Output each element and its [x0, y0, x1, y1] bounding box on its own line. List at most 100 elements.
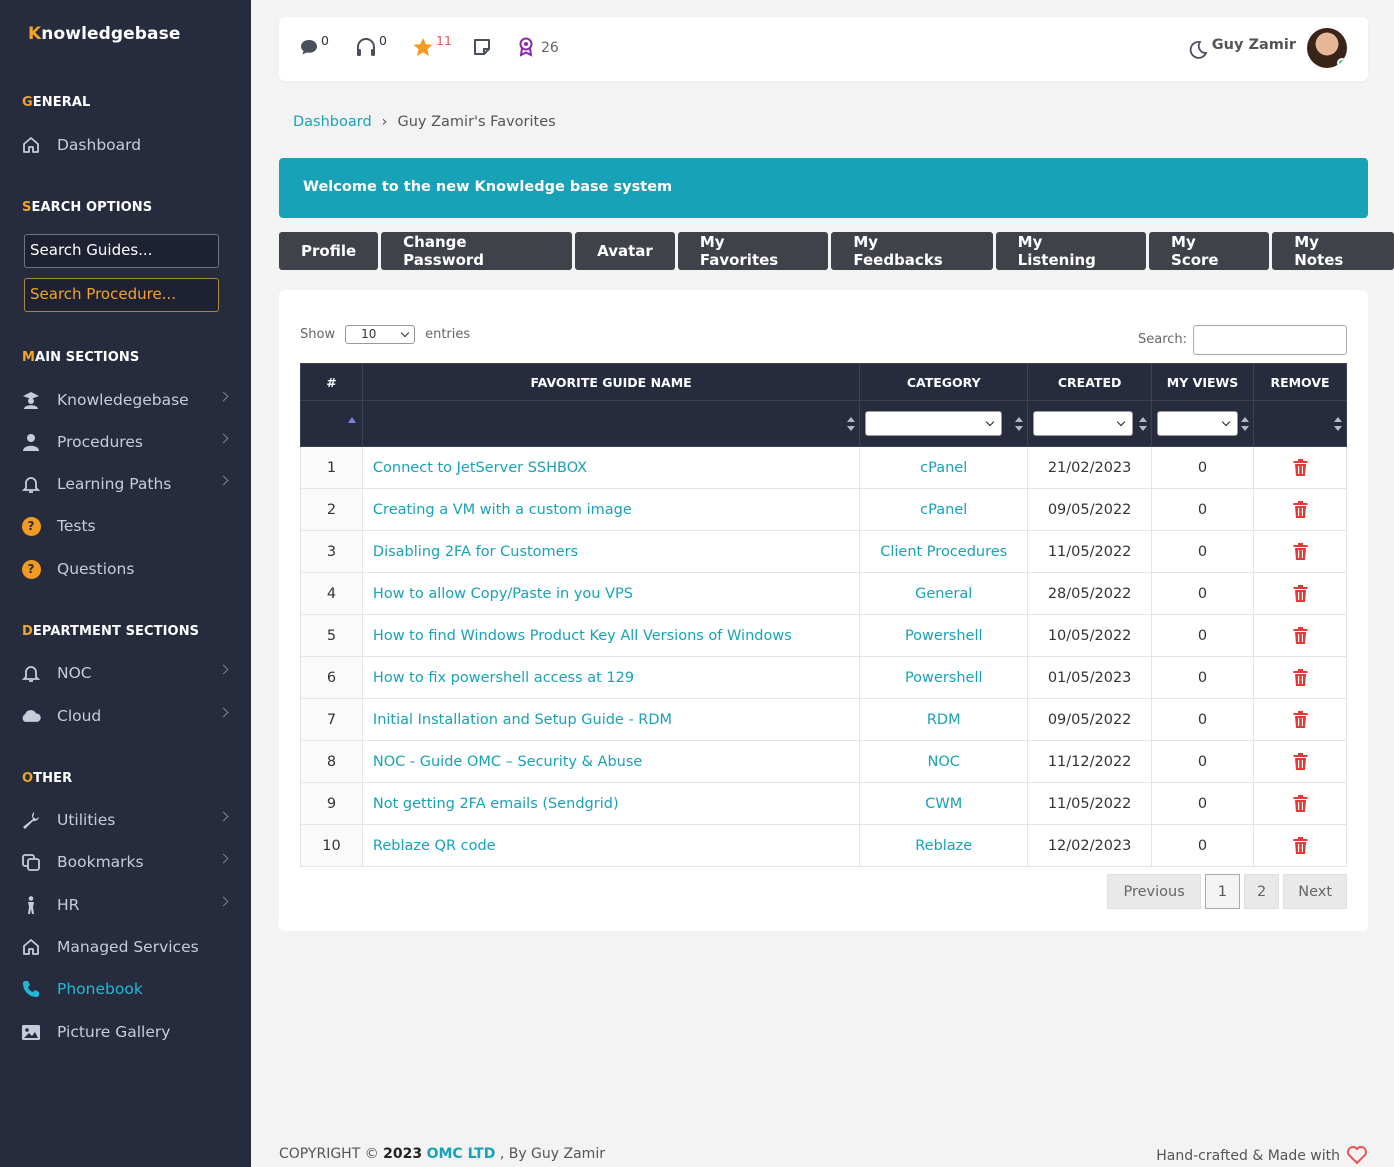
guide-name-link[interactable]: How to fix powershell access at 129: [361, 656, 861, 699]
column-header-guide-name[interactable]: FAVORITE GUIDE NAME: [361, 363, 861, 401]
filter-cell-remove[interactable]: [1253, 400, 1347, 447]
sidebar-item-managed-services[interactable]: Managed Services: [20, 933, 235, 961]
views-count: 0: [1151, 488, 1254, 531]
remove-cell: [1253, 446, 1347, 489]
views-count: 0: [1151, 782, 1254, 825]
created-date: 11/05/2022: [1027, 782, 1153, 825]
remove-cell: [1253, 824, 1347, 867]
page-button-1[interactable]: 1: [1204, 874, 1240, 909]
category-link[interactable]: NOC: [859, 740, 1029, 783]
category-link[interactable]: General: [859, 572, 1029, 615]
guide-name-link[interactable]: Connect to JetServer SSHBOX: [361, 446, 861, 489]
avatar[interactable]: [1307, 28, 1347, 68]
page-button-2[interactable]: 2: [1243, 874, 1280, 909]
tab-profile[interactable]: Profile: [279, 232, 379, 270]
column-header-my-views[interactable]: MY VIEWS: [1151, 363, 1254, 401]
sidebar-item-procedures[interactable]: Procedures: [20, 428, 235, 456]
column-header-created[interactable]: CREATED: [1027, 363, 1153, 401]
filter-cell-views: [1151, 400, 1254, 447]
section-main: MAIN SECTIONS: [22, 350, 140, 365]
entries-select[interactable]: 10: [345, 325, 416, 344]
trash-icon[interactable]: [1293, 669, 1308, 686]
sort-icon[interactable]: [1015, 417, 1024, 431]
favorites-button[interactable]: 11: [412, 33, 452, 59]
sidebar-item-cloud[interactable]: Cloud: [20, 702, 235, 730]
breadcrumb-home-link[interactable]: Dashboard: [293, 114, 372, 130]
category-link[interactable]: CWM: [859, 782, 1029, 825]
search-procedure-input[interactable]: Search Procedure...: [24, 278, 219, 312]
brand-logo[interactable]: Knowledgebase: [28, 24, 180, 44]
trash-icon[interactable]: [1293, 837, 1308, 854]
sort-icon[interactable]: [1139, 417, 1148, 431]
created-filter-select[interactable]: [1033, 411, 1134, 436]
search-guides-input[interactable]: Search Guides...: [24, 234, 219, 268]
category-link[interactable]: Client Procedures: [859, 530, 1029, 573]
tab-my-listening[interactable]: My Listening: [995, 232, 1147, 270]
score-button[interactable]: 26: [517, 37, 559, 59]
listening-button[interactable]: 0: [355, 33, 387, 59]
views-filter-select[interactable]: [1157, 411, 1239, 436]
trash-icon[interactable]: [1293, 795, 1308, 812]
guide-name-link[interactable]: How to allow Copy/Paste in you VPS: [361, 572, 861, 615]
guide-name-link[interactable]: Creating a VM with a custom image: [361, 488, 861, 531]
previous-page-button[interactable]: Previous: [1107, 874, 1201, 909]
sidebar-item-knowledgebase[interactable]: Knowledegebase: [20, 386, 235, 414]
table-row: 8 NOC - Guide OMC – Security & Abuse NOC 11…: [300, 740, 1347, 783]
tab-change-password[interactable]: Change Password: [381, 232, 573, 270]
sidebar-item-noc[interactable]: NOC: [20, 659, 235, 687]
category-link[interactable]: cPanel: [859, 446, 1029, 489]
sidebar-item-learning-paths[interactable]: Learning Paths: [20, 470, 235, 498]
tab-avatar[interactable]: Avatar: [575, 232, 675, 270]
category-link[interactable]: RDM: [859, 698, 1029, 741]
tab-my-notes[interactable]: My Notes: [1272, 232, 1394, 270]
sidebar-item-tests[interactable]: ? Tests: [20, 512, 235, 540]
moon-icon[interactable]: [1188, 40, 1208, 64]
sidebar-item-utilities[interactable]: Utilities: [20, 806, 235, 834]
sidebar-item-label: Picture Gallery: [57, 1023, 171, 1041]
tab-my-favorites[interactable]: My Favorites: [677, 232, 829, 270]
sidebar-item-hr[interactable]: HR: [20, 891, 235, 919]
column-header-number[interactable]: #: [300, 363, 363, 401]
guide-name-link[interactable]: Reblaze QR code: [361, 824, 861, 867]
guide-name-link[interactable]: Not getting 2FA emails (Sendgrid): [361, 782, 861, 825]
category-link[interactable]: Reblaze: [859, 824, 1029, 867]
guide-name-link[interactable]: Initial Installation and Setup Guide - R…: [361, 698, 861, 741]
tab-my-score[interactable]: My Score: [1149, 232, 1270, 270]
table-row: 10 Reblaze QR code Reblaze 12/02/2023 0: [300, 824, 1347, 867]
trash-icon[interactable]: [1293, 459, 1308, 476]
remove-cell: [1253, 488, 1347, 531]
next-page-button[interactable]: Next: [1283, 874, 1347, 909]
sort-icon[interactable]: [1241, 417, 1249, 431]
category-filter-select[interactable]: [865, 411, 1003, 436]
trash-icon[interactable]: [1293, 543, 1308, 560]
table-search-input[interactable]: [1193, 325, 1347, 355]
category-link[interactable]: cPanel: [859, 488, 1029, 531]
trash-icon[interactable]: [1293, 711, 1308, 728]
column-header-category[interactable]: CATEGORY: [859, 363, 1029, 401]
sidebar-item-bookmarks[interactable]: Bookmarks: [20, 848, 235, 876]
sidebar-item-picture-gallery[interactable]: Picture Gallery: [20, 1018, 235, 1046]
sidebar-item-questions[interactable]: ? Questions: [20, 555, 235, 583]
guide-name-link[interactable]: How to find Windows Product Key All Vers…: [361, 614, 861, 657]
trash-icon[interactable]: [1293, 627, 1308, 644]
footer-company-link[interactable]: OMC LTD: [427, 1146, 496, 1162]
guide-name-link[interactable]: Disabling 2FA for Customers: [361, 530, 861, 573]
sort-ascending-icon: [348, 417, 356, 423]
section-search-options: SEARCH OPTIONS: [22, 200, 153, 215]
sidebar-item-dashboard[interactable]: Dashboard: [20, 131, 235, 159]
filter-cell-guide-name[interactable]: [361, 400, 861, 447]
tab-my-feedbacks[interactable]: My Feedbacks: [831, 232, 993, 270]
filter-cell-number[interactable]: [300, 400, 363, 447]
sidebar-item-phonebook[interactable]: Phonebook: [20, 975, 235, 1003]
column-header-remove[interactable]: REMOVE: [1253, 363, 1347, 401]
guide-name-link[interactable]: NOC - Guide OMC – Security & Abuse: [361, 740, 861, 783]
user-name[interactable]: Guy Zamir: [1212, 37, 1296, 53]
created-date: 12/02/2023: [1027, 824, 1153, 867]
trash-icon[interactable]: [1293, 585, 1308, 602]
notes-button[interactable]: [472, 37, 492, 59]
trash-icon[interactable]: [1293, 753, 1308, 770]
trash-icon[interactable]: [1293, 501, 1308, 518]
messages-button[interactable]: 0: [299, 33, 329, 59]
category-link[interactable]: Powershell: [859, 614, 1029, 657]
category-link[interactable]: Powershell: [859, 656, 1029, 699]
